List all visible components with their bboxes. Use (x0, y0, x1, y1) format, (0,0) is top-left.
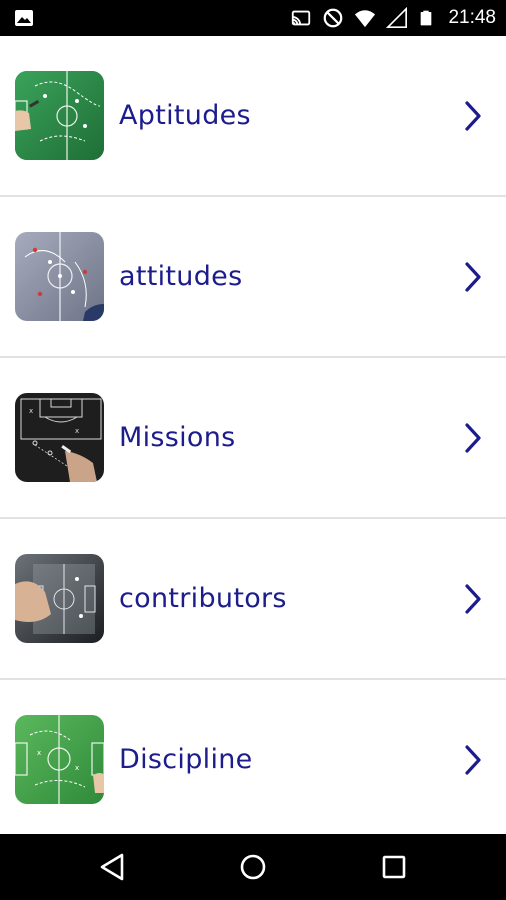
category-list: Aptitudes attitudes x x Missions contrib… (0, 36, 506, 839)
chevron-right-icon (465, 583, 481, 614)
chevron-right-icon (465, 744, 481, 775)
chevron-right-icon (465, 261, 481, 292)
chevron-right-icon (465, 100, 481, 131)
cast-icon (292, 10, 311, 26)
item-label: Discipline (119, 744, 253, 775)
back-icon[interactable] (98, 852, 128, 882)
list-item-missions[interactable]: x x Missions (0, 358, 506, 519)
list-item-attitudes[interactable]: attitudes (0, 197, 506, 358)
status-bar: 21:48 (0, 0, 506, 36)
list-item-aptitudes[interactable]: Aptitudes (0, 36, 506, 197)
thumbnail-grey-tactics-board (15, 232, 104, 321)
svg-text:x: x (37, 749, 41, 757)
list-item-contributors[interactable]: contributors (0, 519, 506, 680)
recents-icon[interactable] (379, 852, 409, 882)
thumbnail-green-tactics-board-2: x x (15, 715, 104, 804)
signal-icon (386, 7, 408, 28)
thumbnail-green-tactics-board (15, 71, 104, 160)
do-not-disturb-icon (324, 8, 343, 28)
thumbnail-glass-tactics-board (15, 554, 104, 643)
home-icon[interactable] (238, 852, 268, 882)
list-item-discipline[interactable]: x x Discipline (0, 680, 506, 839)
item-label: Aptitudes (119, 100, 251, 131)
image-notification-icon (15, 10, 33, 26)
item-label: Missions (119, 422, 236, 453)
navigation-bar (0, 834, 506, 900)
svg-text:x: x (75, 427, 79, 435)
thumbnail-chalkboard-tactics: x x (15, 393, 104, 482)
item-label: attitudes (119, 261, 243, 292)
item-label: contributors (119, 583, 287, 614)
clock: 21:48 (448, 7, 496, 28)
chevron-right-icon (465, 422, 481, 453)
svg-text:x: x (29, 407, 33, 415)
wifi-icon (355, 10, 376, 28)
svg-text:x: x (75, 764, 79, 772)
battery-icon (421, 10, 432, 26)
